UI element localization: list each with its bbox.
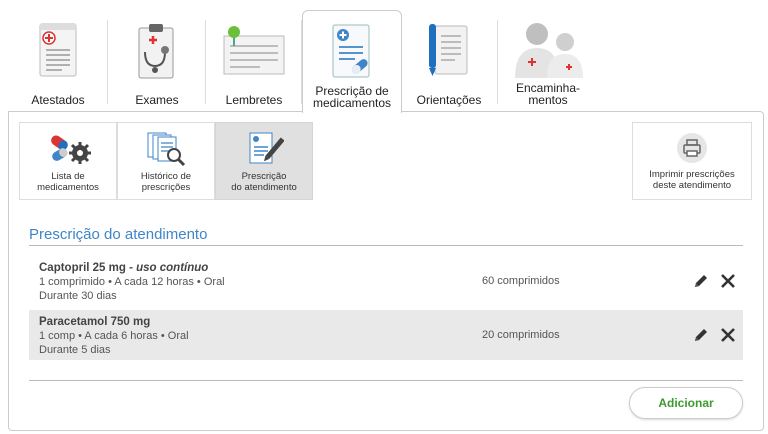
tab-lembretes[interactable]: Lembretes — [206, 12, 302, 110]
medication-name: Paracetamol 750 mg — [39, 316, 151, 328]
tab-orientacoes[interactable]: Orientações — [400, 12, 498, 110]
document-pen-icon — [429, 24, 468, 76]
tab-encaminhamentos[interactable]: Encaminha- mentos — [498, 12, 598, 110]
tab-atestados[interactable]: Atestados — [8, 12, 108, 110]
dosage-text: 1 comprimido • A cada 12 horas • Oral — [39, 276, 225, 288]
pills-gear-icon — [51, 135, 91, 164]
notepad-pin-icon — [223, 26, 285, 75]
print-label: Imprimir prescrições deste atendimento — [649, 169, 735, 191]
edit-pencil-icon[interactable] — [693, 327, 709, 343]
documents-search-icon — [147, 132, 186, 167]
tab-label: Atestados — [31, 93, 85, 107]
tab-prescricao-medicamentos[interactable]: Prescrição de medicamentos — [302, 10, 402, 113]
doctors-icon — [515, 23, 583, 78]
subtab-label: Histórico de prescrições — [140, 171, 192, 193]
tab-label: Prescrição de medicamentos — [312, 84, 392, 110]
divider — [29, 380, 743, 381]
dosage-text: 1 comp • A cada 6 horas • Oral — [39, 330, 189, 342]
medical-certificate-icon — [39, 23, 77, 77]
prescription-row: Paracetamol 750 mg 1 comp • A cada 6 hor… — [29, 310, 743, 360]
add-button[interactable]: Adicionar — [629, 387, 743, 419]
subtab-label: Lista de medicamentos — [37, 171, 99, 193]
section-title: Prescrição do atendimento — [29, 226, 208, 243]
delete-x-icon[interactable] — [720, 273, 736, 289]
tab-label: Lembretes — [225, 93, 283, 107]
prescription-panel: Lista de medicamentos Histórico de prescri… — [8, 111, 764, 431]
subtab-lista-medicamentos[interactable]: Lista de medicamentos — [19, 122, 117, 200]
prescription-pills-icon — [332, 24, 370, 78]
tab-label: Orientações — [416, 93, 482, 107]
top-tab-bar: Atestados Exames Lembretes Prescrição de… — [8, 10, 764, 113]
divider — [29, 245, 743, 246]
tab-exames[interactable]: Exames — [108, 12, 206, 110]
subtab-historico-prescricoes[interactable]: Histórico de prescrições — [117, 122, 215, 200]
printer-icon — [683, 139, 701, 157]
print-prescriptions-button[interactable]: Imprimir prescrições deste atendimento — [632, 122, 752, 200]
subtab-prescricao-atendimento[interactable]: Prescrição do atendimento — [215, 122, 313, 200]
duration-text: Durante 5 dias — [39, 344, 111, 356]
duration-text: Durante 30 dias — [39, 290, 117, 302]
quantity-text: 20 comprimidos — [482, 329, 560, 341]
edit-pencil-icon[interactable] — [693, 273, 709, 289]
delete-x-icon[interactable] — [720, 327, 736, 343]
prescription-row: Captopril 25 mg - uso contínuo 1 comprim… — [29, 256, 743, 306]
quantity-text: 60 comprimidos — [482, 275, 560, 287]
clipboard-stethoscope-icon — [138, 24, 174, 79]
subtab-label: Prescrição do atendimento — [231, 171, 297, 193]
print-circle — [677, 133, 707, 163]
tab-label: Exames — [135, 93, 179, 107]
document-pencil-icon — [249, 132, 284, 164]
tab-label: Encaminha- mentos — [515, 81, 581, 107]
medication-name: Captopril 25 mg - uso contínuo — [39, 262, 209, 274]
